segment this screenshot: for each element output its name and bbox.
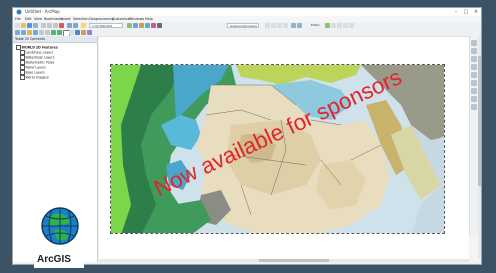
globe-icon — [41, 207, 79, 245]
edit-tool-icon-2[interactable] — [331, 23, 336, 28]
identify-icon[interactable] — [75, 30, 80, 35]
minimize-icon[interactable]: – — [451, 8, 461, 16]
zoom-out-tool-icon[interactable] — [21, 30, 26, 35]
paste-icon[interactable] — [53, 23, 58, 28]
toc-item-label: World Imagery — [25, 75, 49, 80]
measure-icon[interactable] — [87, 30, 92, 35]
checkbox-icon[interactable] — [20, 60, 25, 65]
toc-item-label: Bathymetric Polys — [25, 60, 55, 65]
fixed-zoom-out-layout-icon[interactable] — [471, 88, 477, 94]
fixed-zoom-in-layout-icon[interactable] — [471, 80, 477, 86]
edit-tool-icon-4[interactable] — [343, 23, 348, 28]
previous-extent-icon[interactable] — [51, 30, 56, 35]
layout-tool-icon[interactable] — [265, 23, 270, 28]
toc-layer-item[interactable]: Waterbody Layers — [20, 55, 55, 60]
edit-tool-icon-5[interactable] — [349, 23, 354, 28]
zoom-whole-page-icon[interactable] — [471, 64, 477, 70]
checkbox-icon[interactable] — [20, 70, 25, 75]
checkbox-icon[interactable] — [20, 55, 25, 60]
toc-layer-item[interactable]: Landmass Layers — [20, 50, 54, 55]
map-scale-dropdown[interactable]: 1:30,000,000 — [89, 23, 123, 28]
layout-tool-icon-2[interactable] — [271, 23, 276, 28]
layer-dropdown[interactable]: Arabian Peninsula — [227, 23, 259, 28]
cut-icon[interactable] — [41, 23, 46, 28]
fixed-zoom-out-icon[interactable] — [45, 30, 50, 35]
print-icon[interactable] — [33, 23, 38, 28]
fixed-zoom-in-icon[interactable] — [39, 30, 44, 35]
edit-tool-icon[interactable] — [325, 23, 330, 28]
edit-tool-icon-3[interactable] — [337, 23, 342, 28]
window-title: Untitled - ArcMap — [25, 9, 60, 14]
toc-item-label: Relief Layers — [25, 65, 46, 70]
toc-item-label: Base Layers — [25, 70, 45, 75]
toc-layer-item[interactable]: World Imagery — [20, 75, 49, 80]
scrollbar-thumb[interactable] — [478, 56, 481, 186]
toc-header: Table Of Contents — [13, 36, 97, 43]
arcmap-app-icon — [16, 9, 22, 15]
python-window-icon[interactable] — [157, 23, 162, 28]
layout-zoom-in-icon[interactable] — [471, 40, 477, 46]
full-extent-icon[interactable] — [33, 30, 38, 35]
checkbox-icon[interactable] — [16, 45, 21, 50]
zoom-100-icon[interactable] — [471, 72, 477, 78]
undo-icon[interactable] — [67, 23, 72, 28]
checkbox-icon[interactable] — [20, 75, 25, 80]
toc-layer-group[interactable]: WORLD 2D Features — [16, 45, 58, 50]
zoom-out-icon[interactable] — [297, 23, 302, 28]
open-icon[interactable] — [21, 23, 26, 28]
layout-zoom-out-icon[interactable] — [471, 48, 477, 54]
checkbox-icon[interactable] — [20, 50, 25, 55]
copy-icon[interactable] — [47, 23, 52, 28]
save-icon[interactable] — [27, 23, 32, 28]
arctoolbox-icon[interactable] — [151, 23, 156, 28]
catalog-window-icon[interactable] — [139, 23, 144, 28]
toc-item-label: Landmass Layers — [25, 50, 54, 55]
toc-layer-item[interactable]: Bathymetric Polys — [20, 60, 55, 65]
toc-layer-item[interactable]: Base Layers — [20, 70, 45, 75]
editor-toolbar-icon[interactable] — [127, 23, 132, 28]
layout-tool-icon-3[interactable] — [277, 23, 282, 28]
layout-tool-icon-4[interactable] — [283, 23, 288, 28]
go-forward-extent-icon[interactable] — [471, 104, 477, 110]
layout-pan-icon[interactable] — [471, 56, 477, 62]
toc-window-icon[interactable] — [133, 23, 138, 28]
maximize-icon[interactable]: □ — [461, 8, 471, 16]
new-document-icon[interactable] — [15, 23, 20, 28]
zoom-in-icon[interactable] — [291, 23, 296, 28]
layout-toolbar — [469, 36, 478, 236]
vertical-scrollbar[interactable] — [478, 36, 481, 258]
close-icon[interactable]: × — [471, 8, 481, 16]
delete-icon[interactable] — [59, 23, 64, 28]
select-elements-icon[interactable] — [69, 30, 74, 35]
next-extent-icon[interactable] — [57, 30, 62, 35]
go-back-extent-icon[interactable] — [471, 96, 477, 102]
video-frame: Untitled - ArcMap – □ × File Edit View B… — [0, 0, 496, 273]
toc-title: Table Of Contents — [15, 37, 46, 41]
editor-label[interactable]: Editor — [309, 23, 323, 28]
redo-icon[interactable] — [73, 23, 78, 28]
search-window-icon[interactable] — [145, 23, 150, 28]
toc-item-label: WORLD 2D Features — [21, 45, 58, 50]
zoom-in-tool-icon[interactable] — [15, 30, 20, 35]
add-data-icon[interactable] — [81, 23, 86, 28]
pan-tool-icon[interactable] — [27, 30, 32, 35]
checkbox-icon[interactable] — [20, 65, 25, 70]
arcgis-logo-text: ArcGIS — [37, 254, 71, 265]
toc-layer-item[interactable]: Relief Layers — [20, 65, 46, 70]
toc-item-label: Waterbody Layers — [25, 55, 55, 60]
find-icon[interactable] — [81, 30, 86, 35]
